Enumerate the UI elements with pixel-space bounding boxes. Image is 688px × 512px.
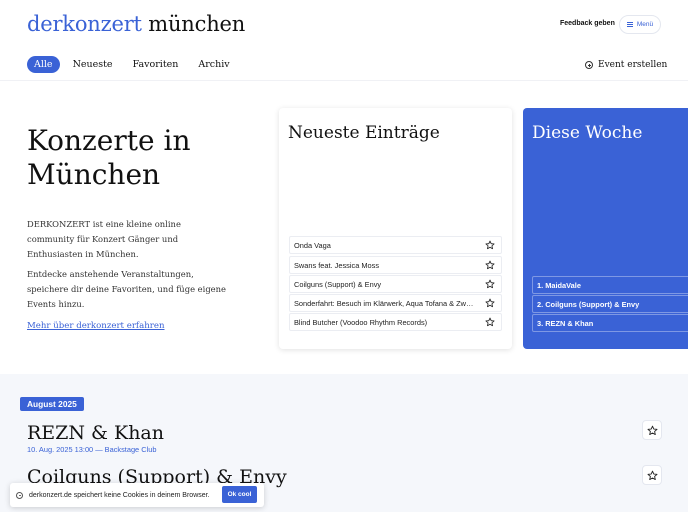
event-meta: 10. Aug. 2025 13:00 — Backstage Club <box>27 445 157 454</box>
header-divider <box>0 80 688 81</box>
create-event-label: Event erstellen <box>598 60 668 70</box>
page-title-line-1: Konzerte in <box>27 124 191 157</box>
cookie-ok-button[interactable]: Ok cool <box>222 486 257 503</box>
entry-label: Onda Vaga <box>294 240 331 250</box>
star-icon[interactable] <box>483 238 497 252</box>
menu-label: Menü <box>636 21 654 28</box>
entry-label: Coilguns (Support) & Envy <box>294 279 382 289</box>
star-icon[interactable] <box>483 296 497 310</box>
cookie-icon <box>16 491 23 499</box>
hamburger-icon <box>626 22 633 27</box>
month-badge: August 2025 <box>20 397 84 411</box>
cookie-text: derkonzert.de speichert keine Cookies in… <box>29 491 210 499</box>
intro-paragraph-2: Entdecke anstehende Veranstaltungen, spe… <box>27 269 226 309</box>
list-item[interactable]: 2. Coilguns (Support) & Envy <box>532 295 688 313</box>
tab-archiv[interactable]: Archiv <box>191 56 236 73</box>
list-item[interactable]: Onda Vaga <box>289 236 502 254</box>
list-item[interactable]: 1. MaidaVale <box>532 276 688 294</box>
cookie-banner: derkonzert.de speichert keine Cookies in… <box>10 483 264 507</box>
star-icon[interactable] <box>483 277 497 291</box>
entry-label: Sonderfahrt: Besuch im Klärwerk, Aqua To… <box>294 298 483 308</box>
tab-neueste[interactable]: Neueste <box>66 56 120 73</box>
star-icon <box>647 425 657 435</box>
entry-label: Swans feat. Jessica Moss <box>294 260 380 270</box>
page-title: Konzerte in München <box>27 124 267 192</box>
this-week-card: Diese Woche 1. MaidaVale 2. Coilguns (Su… <box>523 108 688 349</box>
filter-tabs: Alle Neueste Favoriten Archiv <box>27 56 237 73</box>
tab-favoriten[interactable]: Favoriten <box>126 56 186 73</box>
event-title[interactable]: REZN & Khan <box>27 422 164 444</box>
entry-label: Blind Butcher (Voodoo Rhythm Records) <box>294 317 428 327</box>
this-week-title: Diese Woche <box>532 123 643 143</box>
create-event-button[interactable]: Event erstellen <box>585 60 667 70</box>
page-title-line-2: München <box>27 158 161 191</box>
star-icon[interactable] <box>483 258 497 272</box>
about-link[interactable]: Mehr über derkonzert erfahren <box>27 321 165 331</box>
site-logo[interactable]: derkonzert münchen <box>27 12 245 36</box>
list-item[interactable]: Swans feat. Jessica Moss <box>289 256 502 274</box>
favorite-button[interactable] <box>642 465 662 485</box>
logo-part-2: münchen <box>148 12 246 36</box>
list-item[interactable]: Sonderfahrt: Besuch im Klärwerk, Aqua To… <box>289 294 502 312</box>
intro-paragraph-1: DERKONZERT ist eine kleine online commun… <box>27 219 181 259</box>
tab-alle[interactable]: Alle <box>27 56 60 73</box>
logo-part-1: derkonzert <box>27 12 142 36</box>
plus-circle-icon <box>585 61 593 69</box>
star-icon[interactable] <box>483 315 497 329</box>
latest-entries-title: Neueste Einträge <box>288 123 440 143</box>
favorite-button[interactable] <box>642 420 662 440</box>
latest-entries-card: Neueste Einträge Onda Vaga Swans feat. J… <box>279 108 512 349</box>
list-item[interactable]: 3. REZN & Khan <box>532 314 688 332</box>
intro-text: DERKONZERT ist eine kleine online commun… <box>27 217 227 317</box>
star-icon <box>647 470 657 480</box>
feedback-link[interactable]: Feedback geben <box>560 20 615 27</box>
list-item[interactable]: Coilguns (Support) & Envy <box>289 275 502 293</box>
menu-button[interactable]: Menü <box>619 15 661 34</box>
list-item[interactable]: Blind Butcher (Voodoo Rhythm Records) <box>289 313 502 331</box>
